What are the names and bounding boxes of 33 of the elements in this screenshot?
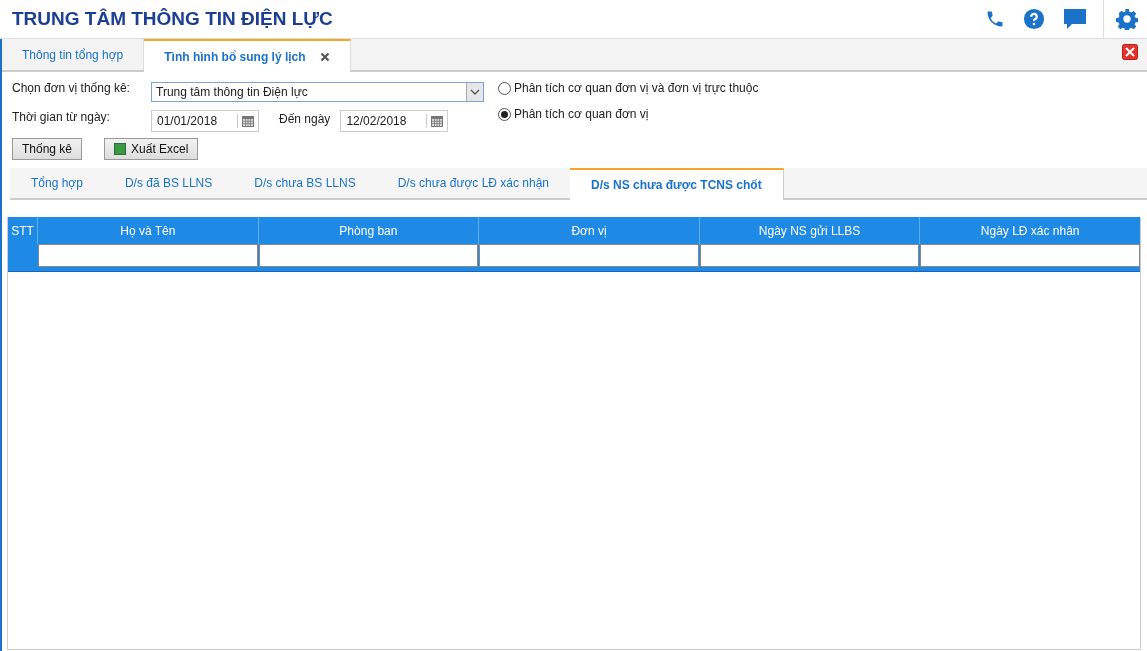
field-label: Đến ngày <box>279 111 331 126</box>
filter-field[interactable] <box>920 244 1140 267</box>
close-icon[interactable] <box>1122 44 1138 60</box>
date-field[interactable]: 01/01/2018 <box>151 110 259 132</box>
column-header: STT <box>10 222 35 240</box>
filter-field[interactable] <box>699 244 920 267</box>
settings-icon[interactable] <box>1116 8 1138 30</box>
caret-icon[interactable] <box>466 83 483 101</box>
tab[interactable]: Tình hình bổ sung lý lịch <box>144 39 351 72</box>
field-label: Chọn đơn vị thống kê: <box>12 80 131 95</box>
tab[interactable]: D/s NS chưa được TCNS chốt <box>570 168 784 200</box>
filter-field[interactable] <box>258 244 479 267</box>
tab[interactable]: D/s chưa được LĐ xác nhận <box>376 168 571 198</box>
filter-field[interactable] <box>479 244 699 267</box>
radio-button[interactable] <box>498 81 511 95</box>
tab[interactable]: Tổng hợp <box>10 168 104 198</box>
radio-label: Phân tích cơ quan đơn vị và đơn vị trực thuộc <box>514 81 759 95</box>
help-icon[interactable] <box>1023 8 1045 30</box>
filter-field[interactable] <box>38 244 258 267</box>
tab[interactable]: D/s đã BS LLNS <box>103 168 234 198</box>
app-title: TRUNG TÂM THÔNG TIN ĐIỆN LỰC <box>11 8 333 30</box>
radio-button[interactable] <box>498 107 511 121</box>
date-field[interactable]: 12/02/2018 <box>340 110 449 132</box>
phone-icon[interactable] <box>985 9 1005 29</box>
chat-icon[interactable] <box>1063 8 1087 30</box>
export-button[interactable]: Xuất Excel <box>104 138 199 160</box>
stats-button[interactable]: Thống kê <box>12 138 83 160</box>
unit-dropdown[interactable]: Trung tâm thông tin Điện lực <box>151 82 484 102</box>
field-label: Thời gian từ ngày: <box>12 109 111 124</box>
tab[interactable]: D/s chưa BS LLNS <box>233 168 377 198</box>
radio-label: Phân tích cơ quan đơn vị <box>514 107 649 121</box>
spreadsheet-icon <box>114 143 127 155</box>
close-icon[interactable] <box>319 51 330 62</box>
